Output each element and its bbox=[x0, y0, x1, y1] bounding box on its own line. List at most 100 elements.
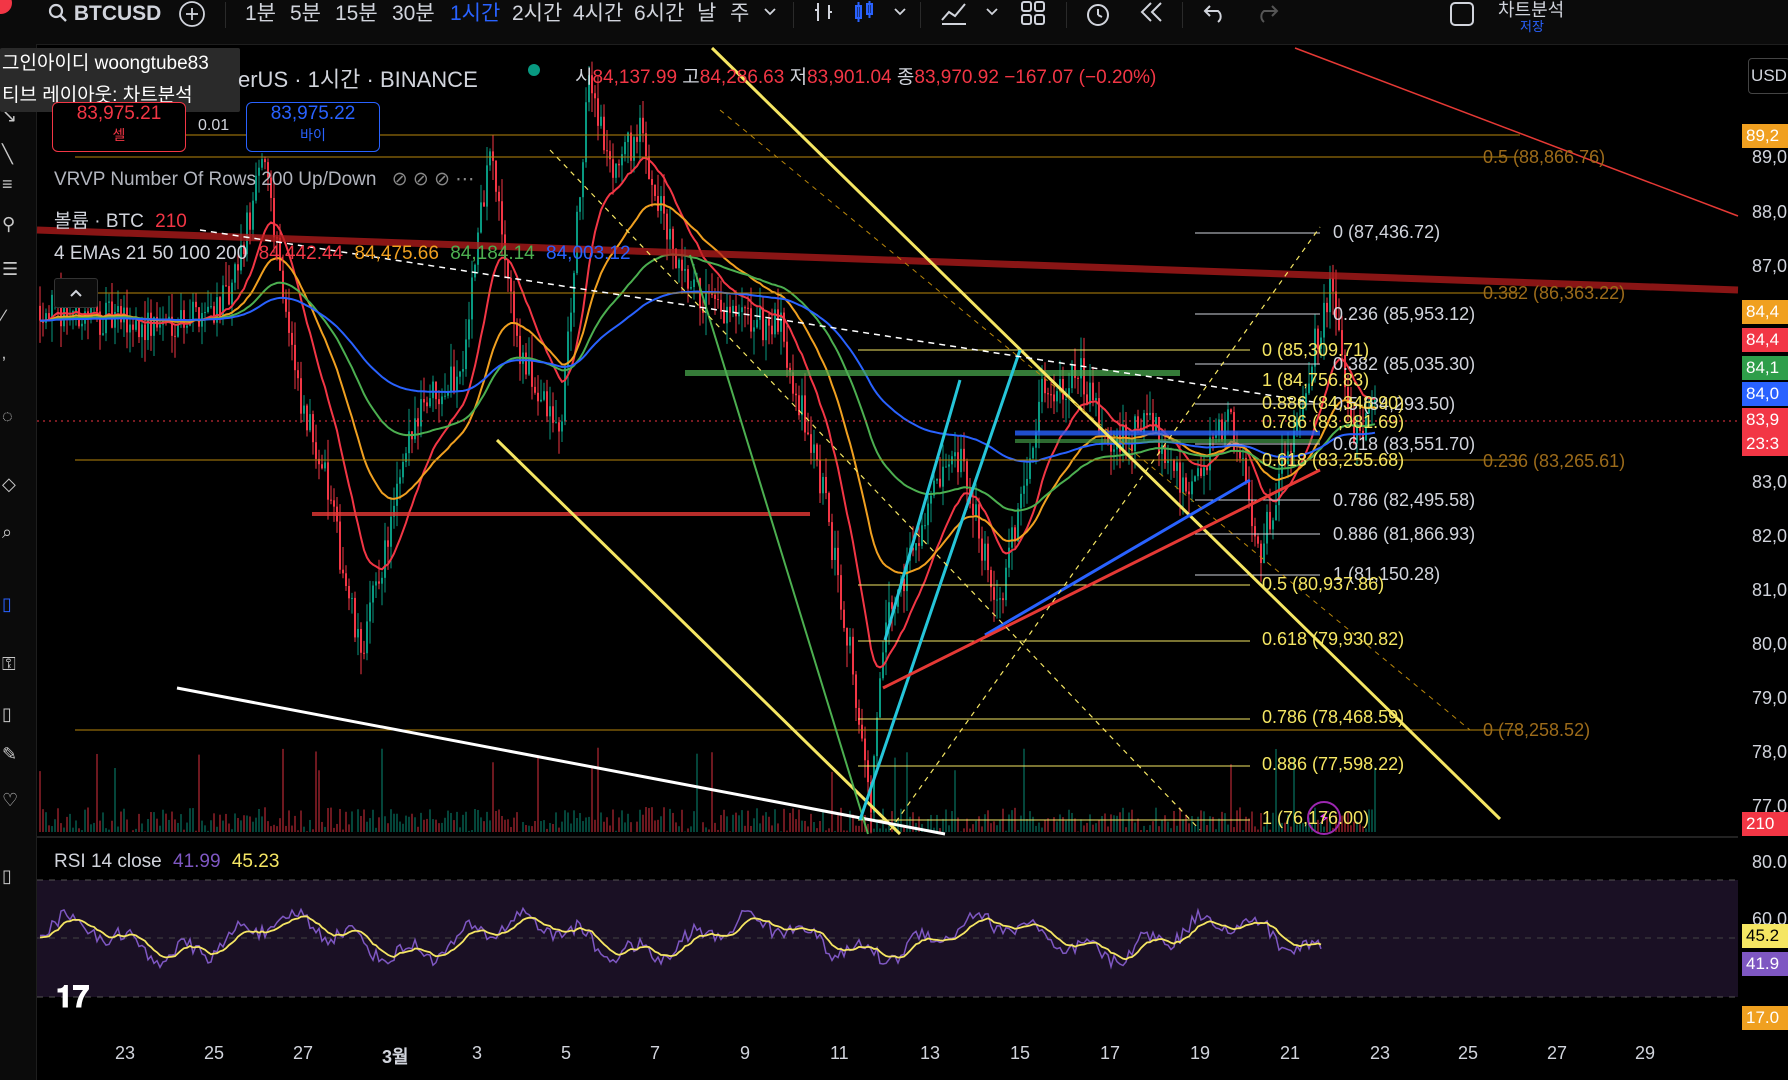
candle bbox=[915, 543, 917, 551]
candle bbox=[579, 197, 581, 212]
currency-button[interactable]: USD bbox=[1748, 58, 1788, 94]
volume-bar bbox=[1056, 821, 1058, 832]
candle bbox=[1017, 508, 1019, 542]
candle bbox=[612, 159, 614, 178]
volume-bar bbox=[447, 810, 449, 832]
rsi-ma-value: 45.23 bbox=[231, 851, 280, 872]
high-value: 84,286.63 bbox=[699, 67, 785, 88]
collapse-legend-button[interactable] bbox=[54, 278, 98, 308]
candle bbox=[747, 307, 749, 309]
fib-label: 0 (85,309.71) bbox=[1262, 340, 1370, 360]
candle bbox=[294, 344, 296, 371]
volume-bar bbox=[1245, 816, 1247, 832]
volume-bar bbox=[258, 808, 260, 832]
candle bbox=[957, 452, 959, 473]
candle bbox=[231, 282, 233, 305]
candle bbox=[300, 378, 302, 414]
volume-bar bbox=[681, 809, 683, 832]
candle bbox=[918, 543, 920, 546]
volume-bar bbox=[1374, 767, 1376, 832]
volume-bar bbox=[750, 825, 752, 832]
price-tag: 23:3 bbox=[1742, 432, 1788, 456]
candle bbox=[468, 319, 470, 340]
candle bbox=[966, 461, 968, 490]
date-axis-label: 25 bbox=[1458, 1043, 1479, 1063]
candle bbox=[1146, 413, 1148, 416]
volume-legend: 볼륨 · BTC 210 bbox=[54, 206, 187, 233]
volume-bar bbox=[381, 748, 383, 832]
volume-bar bbox=[1104, 813, 1106, 832]
volume-bar bbox=[111, 820, 113, 832]
volume-bar bbox=[834, 830, 836, 832]
volume-bar bbox=[393, 813, 395, 832]
candle bbox=[1032, 447, 1034, 459]
volume-bar bbox=[312, 829, 314, 832]
volume-bar bbox=[801, 820, 803, 832]
candle bbox=[567, 331, 569, 366]
volume-bar bbox=[777, 823, 779, 832]
trendline bbox=[984, 478, 1251, 637]
indicator-controls-icon[interactable]: ⊘ ⊘ ⊘ ⋯ bbox=[392, 169, 475, 190]
candle bbox=[768, 319, 770, 326]
volume-bar bbox=[696, 753, 698, 832]
volume-bar bbox=[135, 828, 137, 832]
sell-button[interactable]: 83,975.21 셀 bbox=[52, 102, 186, 152]
volume-bar bbox=[705, 827, 707, 832]
volume-bar bbox=[1053, 817, 1055, 832]
candle bbox=[879, 678, 881, 718]
candle bbox=[225, 285, 227, 287]
price-axis-label: 89,0 bbox=[1752, 147, 1788, 167]
candle bbox=[102, 333, 104, 335]
volume-bar bbox=[1152, 821, 1154, 832]
volume-bar bbox=[108, 829, 110, 832]
candle bbox=[756, 319, 758, 328]
vrvp-label: VRVP Number Of Rows 200 Up/Down bbox=[54, 169, 377, 190]
volume-bar bbox=[564, 810, 566, 832]
candle bbox=[639, 117, 641, 142]
fib-label: 0.236 (85,953.12) bbox=[1333, 304, 1476, 324]
volume-bar bbox=[240, 820, 242, 832]
candle bbox=[1257, 536, 1259, 544]
volume-bar bbox=[738, 815, 740, 832]
volume-bar bbox=[420, 812, 422, 832]
candle bbox=[825, 476, 827, 494]
volume-bar bbox=[198, 754, 200, 832]
volume-bar bbox=[1116, 815, 1118, 832]
volume-bar bbox=[546, 828, 548, 832]
fib-label: 0.886 (84,348.90) bbox=[1262, 393, 1405, 413]
candle bbox=[993, 587, 995, 600]
volume-bar bbox=[147, 818, 149, 832]
volume-bar bbox=[1269, 829, 1271, 832]
price-tag: 84,0 bbox=[1742, 382, 1788, 406]
volume-bar bbox=[171, 811, 173, 832]
fib-label: 0.618 (79,930.82) bbox=[1262, 629, 1405, 649]
volume-bar bbox=[1029, 811, 1031, 832]
candle bbox=[402, 461, 404, 478]
candle bbox=[435, 381, 437, 400]
candle bbox=[609, 151, 611, 160]
volume-bar bbox=[1086, 822, 1088, 832]
volume-bar bbox=[591, 765, 593, 832]
buy-button[interactable]: 83,975.22 바이 bbox=[246, 102, 380, 152]
ema-21-value: 84,442.44 bbox=[258, 243, 344, 264]
candle bbox=[1182, 477, 1184, 493]
price-axis-label: 80.0 bbox=[1752, 852, 1788, 872]
volume-bar bbox=[60, 823, 62, 832]
symbol-legend: erUS · 1시간 · BINANCE bbox=[238, 67, 478, 92]
volume-bar bbox=[624, 822, 626, 832]
price-axis-label: 78,0 bbox=[1752, 742, 1788, 762]
candle bbox=[1041, 378, 1043, 402]
volume-bar bbox=[1077, 831, 1079, 832]
volume-bar bbox=[609, 825, 611, 832]
candle bbox=[594, 93, 596, 99]
volume-bar bbox=[765, 812, 767, 832]
volume-bar bbox=[219, 814, 221, 832]
fib-label: 1 (84,756.83) bbox=[1262, 370, 1370, 390]
candle bbox=[855, 674, 857, 708]
volume-bar bbox=[375, 827, 377, 832]
volume-bar bbox=[714, 822, 716, 832]
volume-bar bbox=[204, 825, 206, 832]
candle bbox=[159, 324, 161, 328]
candle bbox=[462, 369, 464, 372]
volume-bar bbox=[570, 823, 572, 832]
